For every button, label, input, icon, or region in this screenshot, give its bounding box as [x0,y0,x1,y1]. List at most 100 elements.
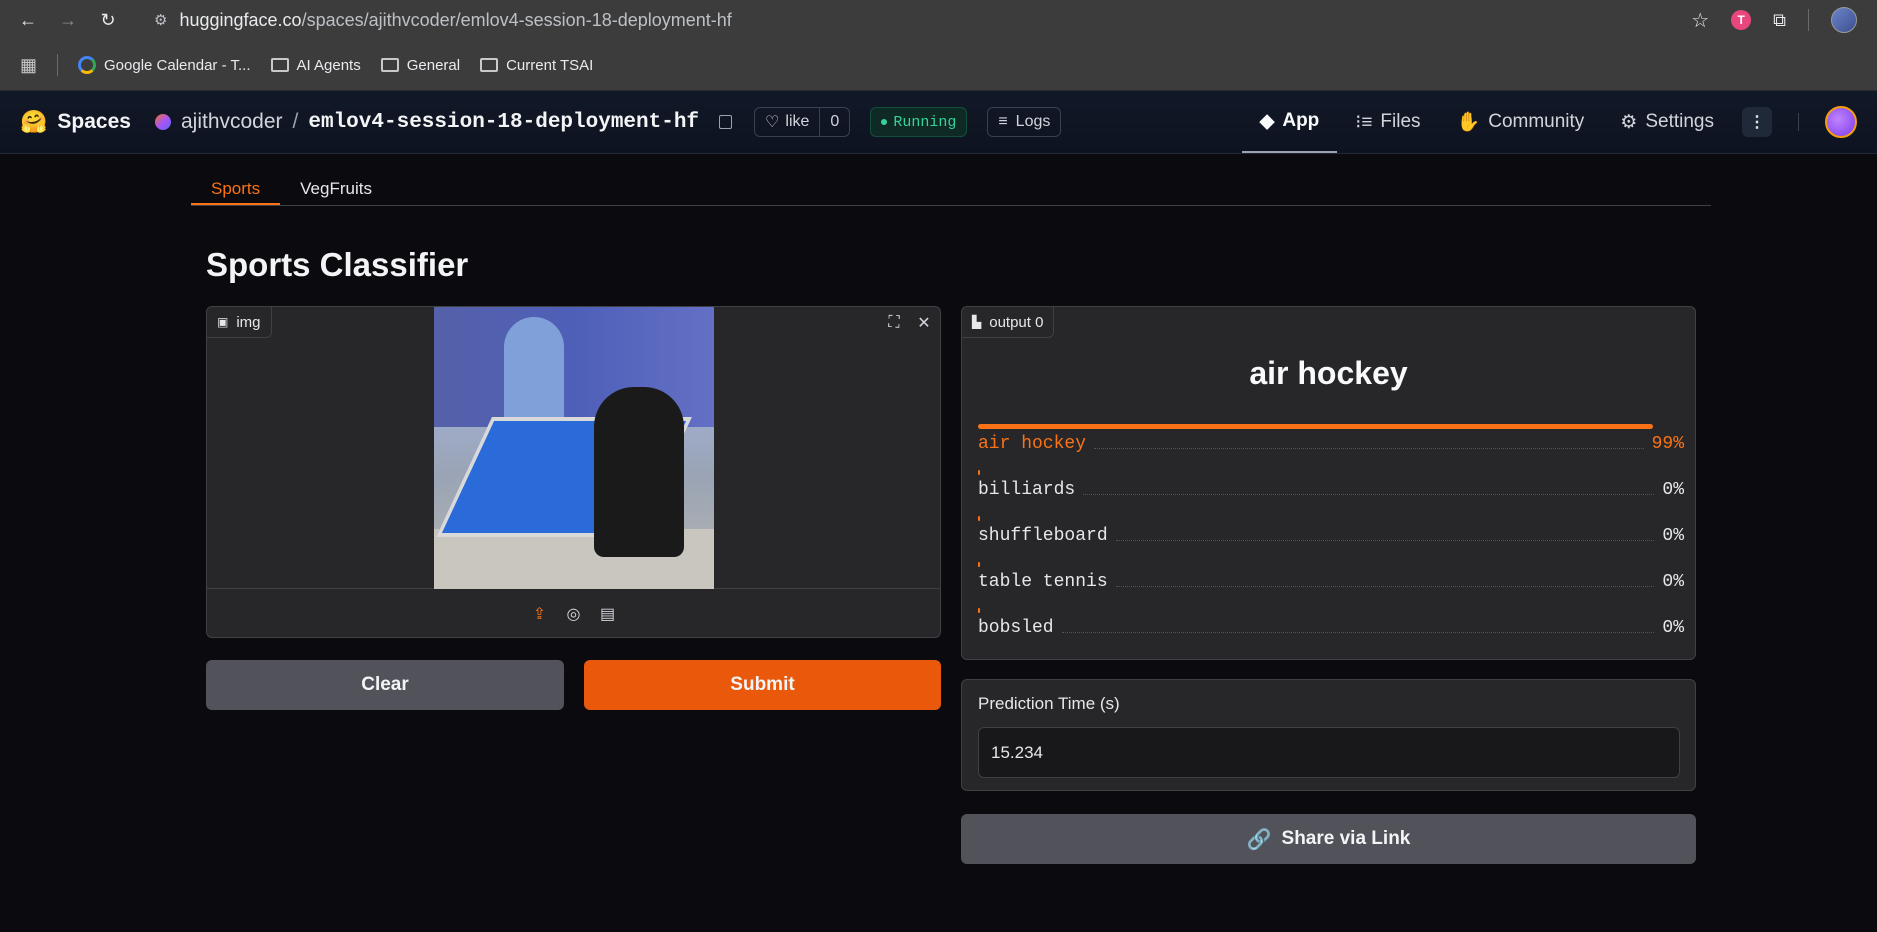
path-slash: / [292,110,299,133]
confidence-row[interactable]: billiards 0% [978,470,1684,516]
confidence-label: billiards [978,480,1076,500]
folder-icon [380,58,399,72]
tab-community[interactable]: ✋ Community [1439,91,1603,153]
tab-label: Community [1488,111,1585,132]
uploaded-image [434,307,714,589]
leader-dots [1115,540,1655,541]
confidence-label: shuffleboard [978,526,1108,546]
spaces-link[interactable]: Spaces [57,110,131,134]
image-source-selector: ⇪ ◎ ▤ [207,590,940,637]
community-icon: ✋ [1456,112,1481,133]
bookmark-label: Google Calendar - T... [104,56,251,74]
like-button[interactable]: ♡ like 0 [754,107,851,137]
extension-avatar-icon[interactable]: T [1731,10,1752,30]
tab-label: Settings [1645,111,1714,132]
status-dot-icon [881,119,888,125]
like-label: like [785,113,810,130]
tab-app[interactable]: ◆ App [1241,91,1338,153]
clipboard-icon[interactable]: ▤ [598,604,618,624]
address-bar[interactable]: ⚙ huggingface.co/spaces/ajithvcoder/emlo… [142,4,1683,36]
confidence-list: air hockey 99% billiards 0% shuffleboard 0%… [978,424,1684,654]
confidence-row[interactable]: bobsled 0% [978,608,1684,654]
confidence-row[interactable]: table tennis 0% [978,562,1684,608]
repo-name[interactable]: emlov4-session-18-deployment-hf [308,111,699,134]
image-dropzone[interactable]: ⛶ ✕ [207,307,940,589]
confidence-pct: 99% [1651,434,1684,454]
back-icon[interactable]: ← [12,4,44,36]
bookmark-label: General [406,56,461,74]
share-link-button[interactable]: 🔗 Share via Link [961,814,1696,864]
confidence-bar [978,516,980,521]
link-icon: 🔗 [1246,828,1272,851]
leader-dots [1094,448,1644,449]
submit-button[interactable]: Submit [584,660,941,710]
reload-icon[interactable]: ↻ [92,4,124,36]
header-divider [1798,113,1799,131]
confidence-pct: 0% [1662,526,1684,546]
browser-toolbar: ← → ↻ ⚙ huggingface.co/spaces/ajithvcode… [0,0,1877,40]
bookmark-google-calendar[interactable]: Google Calendar - T... [78,56,251,74]
confidence-pct: 0% [1662,572,1684,592]
url-path: /spaces/ajithvcoder/emlov4-session-18-de… [301,9,732,30]
cube-icon: ◆ [1259,110,1275,132]
leader-dots [1115,586,1655,587]
status-text: Running [893,113,957,131]
prediction-time-field[interactable]: 15.234 [978,727,1680,778]
site-info-icon[interactable]: ⚙ [154,11,167,29]
leader-dots [1083,494,1655,495]
tab-sports[interactable]: Sports [191,172,281,205]
bookmark-current-tsai[interactable]: Current TSAI [480,57,593,74]
tab-vegfruits[interactable]: VegFruits [280,172,392,205]
bookmark-label: Current TSAI [506,56,594,74]
bookmark-star-icon[interactable]: ☆ [1691,8,1709,33]
toolbar-divider [1808,9,1809,31]
image-input-panel: ⛶ ✕ ▣ img ⇪ ◎ ▤ [206,306,941,638]
image-icon: ▣ [217,315,229,329]
confidence-label: table tennis [978,572,1108,592]
upload-icon[interactable]: ⇪ [530,604,550,624]
bookmark-ai-agents[interactable]: AI Agents [270,57,361,74]
hf-header: 🤗 Spaces ajithvcoder / emlov4-session-18… [0,91,1877,154]
confidence-row[interactable]: air hockey 99% [978,424,1684,470]
tab-label: Files [1380,111,1421,132]
forward-icon[interactable]: → [52,4,84,36]
tab-settings[interactable]: ⚙ Settings [1602,91,1732,153]
status-badge[interactable]: Running [870,107,968,137]
url-text[interactable]: huggingface.co/spaces/ajithvcoder/emlov4… [179,10,731,31]
chart-icon: ▙ [972,315,982,329]
extensions-icon[interactable]: ⧉ [1773,10,1786,31]
folder-icon [480,58,499,72]
more-options-button[interactable]: ⋮ [1742,107,1772,137]
close-icon[interactable]: ✕ [914,313,934,333]
hugging-face-logo-icon[interactable]: 🤗 [20,109,47,135]
files-icon: ⁝≡ [1355,111,1373,133]
bookmarks-bar: ▦ Google Calendar - T... AI Agents Gener… [0,40,1877,91]
logs-button[interactable]: ≡ Logs [987,107,1062,137]
prediction-time-panel: Prediction Time (s) 15.234 [961,679,1696,791]
user-avatar[interactable] [1825,106,1857,138]
copy-icon[interactable] [719,115,733,129]
heart-icon: ♡ [765,114,780,131]
owner-link[interactable]: ajithvcoder [181,110,283,134]
confidence-label: bobsled [978,618,1054,638]
apps-grid-icon[interactable]: ▦ [20,55,37,76]
share-label: Share via Link [1281,828,1411,849]
bookmark-general[interactable]: General [380,56,461,74]
prediction-time-label: Prediction Time (s) [978,694,1120,713]
confidence-bar [978,424,1653,429]
leader-dots [1061,632,1655,633]
app-tabs: Sports VegFruits [191,172,1711,206]
confidence-pct: 0% [1662,480,1684,500]
fullscreen-icon[interactable]: ⛶ [884,313,904,333]
profile-avatar[interactable] [1831,7,1857,33]
logs-label: Logs [1015,113,1051,130]
folder-icon [270,58,289,72]
output-label-panel: ▙ output 0 air hockey air hockey 99% billi… [961,306,1696,660]
predicted-label: air hockey [1249,355,1408,391]
confidence-row[interactable]: shuffleboard 0% [978,516,1684,562]
confidence-label: air hockey [978,434,1087,454]
clear-button[interactable]: Clear [206,660,564,710]
tab-files[interactable]: ⁝≡ Files [1337,91,1438,153]
confidence-bar [978,470,980,475]
webcam-icon[interactable]: ◎ [564,604,584,624]
